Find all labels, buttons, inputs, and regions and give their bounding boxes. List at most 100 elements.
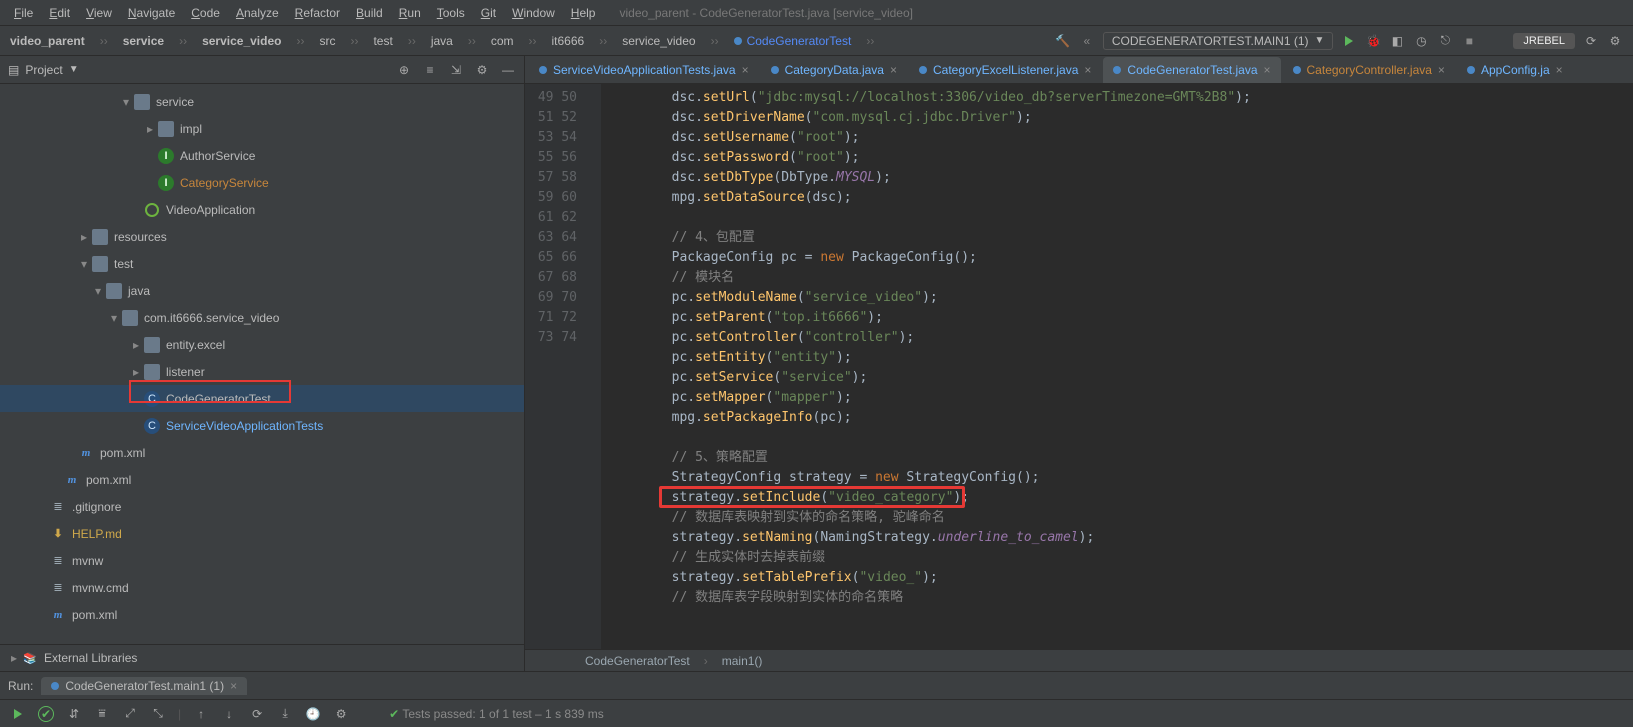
chevron-right-icon[interactable]	[130, 365, 142, 379]
tree-item-service[interactable]: service	[0, 88, 524, 115]
chevron-down-icon[interactable]	[120, 95, 132, 109]
external-libraries[interactable]: 📚 External Libraries	[0, 644, 524, 671]
project-tool-icon[interactable]: ▤	[8, 63, 19, 77]
settings-icon[interactable]: ⚙	[333, 706, 349, 722]
chevron-down-icon[interactable]: ▼	[69, 64, 79, 75]
editor-tab[interactable]: CategoryExcelListener.java×	[909, 57, 1101, 83]
debug-icon[interactable]: 🐞	[1365, 33, 1381, 49]
tree-item-pom-xml[interactable]: mpom.xml	[0, 439, 524, 466]
gear-icon[interactable]: ⚙	[474, 62, 490, 78]
chevron-right-icon[interactable]	[78, 230, 90, 244]
breadcrumb-item[interactable]: com	[485, 34, 520, 48]
breadcrumb-item[interactable]: CodeGeneratorTest	[728, 34, 858, 48]
fold-gutter[interactable]	[585, 84, 601, 649]
run-icon[interactable]	[10, 706, 26, 722]
run-config-selector[interactable]: CODEGENERATORTEST.MAIN1 (1) ▼	[1103, 32, 1334, 50]
editor-tab[interactable]: CategoryData.java×	[761, 57, 907, 83]
code-crumb-method[interactable]: main1()	[722, 654, 763, 668]
project-title[interactable]: Project	[25, 63, 62, 77]
chevron-right-icon[interactable]	[130, 338, 142, 352]
tree-item-listener[interactable]: listener	[0, 358, 524, 385]
breadcrumb-item[interactable]: java	[425, 34, 459, 48]
editor-tab[interactable]: CategoryController.java×	[1283, 57, 1455, 83]
close-icon[interactable]: ×	[1556, 63, 1563, 77]
editor-tab[interactable]: AppConfig.ja×	[1457, 57, 1573, 83]
chevron-down-icon[interactable]	[92, 284, 104, 298]
tree-item--gitignore[interactable]: ≣.gitignore	[0, 493, 524, 520]
editor-tab[interactable]: CodeGeneratorTest.java×	[1103, 57, 1280, 83]
tree-item-servicevideoapplicationtests[interactable]: CServiceVideoApplicationTests	[0, 412, 524, 439]
hammer-icon[interactable]: 🔨	[1055, 33, 1071, 49]
editor-breadcrumb[interactable]: CodeGeneratorTest main1()	[525, 649, 1633, 671]
collapse-icon[interactable]: ≡	[422, 62, 438, 78]
tree-item-authorservice[interactable]: IAuthorService	[0, 142, 524, 169]
tree-item-com-it6666-service-video[interactable]: com.it6666.service_video	[0, 304, 524, 331]
expand-icon[interactable]: ⇲	[448, 62, 464, 78]
tree-item-test[interactable]: test	[0, 250, 524, 277]
breadcrumb-item[interactable]: test	[367, 34, 398, 48]
menu-help[interactable]: Help	[563, 6, 604, 20]
menu-edit[interactable]: Edit	[41, 6, 78, 20]
tree-item-mvnw-cmd[interactable]: ≣mvnw.cmd	[0, 574, 524, 601]
profile-icon[interactable]: ◷	[1413, 33, 1429, 49]
tree-item-impl[interactable]: impl	[0, 115, 524, 142]
jrebel-opt2-icon[interactable]: ⚙	[1607, 33, 1623, 49]
prev-icon[interactable]: ↑	[193, 706, 209, 722]
next-icon[interactable]: ↓	[221, 706, 237, 722]
target-icon[interactable]: ⊕	[396, 62, 412, 78]
chevrons-icon[interactable]: «	[1079, 33, 1095, 49]
tree-item-pom-xml[interactable]: mpom.xml	[0, 466, 524, 493]
breadcrumb-item[interactable]: service_video	[196, 34, 287, 48]
code-crumb-class[interactable]: CodeGeneratorTest	[585, 654, 690, 668]
code-area[interactable]: 49 50 51 52 53 54 55 56 57 58 59 60 61 6…	[525, 84, 1633, 649]
menu-run[interactable]: Run	[391, 6, 429, 20]
breadcrumb-item[interactable]: service_video	[616, 34, 701, 48]
close-icon[interactable]: ×	[230, 679, 237, 693]
tree-item-resources[interactable]: resources	[0, 223, 524, 250]
history-icon[interactable]: 🕘	[305, 706, 321, 722]
run-icon[interactable]	[1341, 33, 1357, 49]
jrebel-button[interactable]: JREBEL	[1513, 33, 1575, 49]
menu-refactor[interactable]: Refactor	[287, 6, 348, 20]
tree-item-categoryservice[interactable]: ICategoryService	[0, 169, 524, 196]
project-tree[interactable]: serviceimplIAuthorServiceICategoryServic…	[0, 84, 524, 644]
code-text[interactable]: dsc.setUrl("jdbc:mysql://localhost:3306/…	[601, 84, 1633, 649]
menu-code[interactable]: Code	[183, 6, 228, 20]
close-icon[interactable]: ×	[890, 63, 897, 77]
hide-icon[interactable]: —	[500, 62, 516, 78]
tree-item-help-md[interactable]: ⬇HELP.md	[0, 520, 524, 547]
chevron-down-icon[interactable]	[108, 311, 120, 325]
breadcrumb-item[interactable]: service	[117, 34, 170, 48]
tree-item-videoapplication[interactable]: VideoApplication	[0, 196, 524, 223]
chevron-down-icon[interactable]	[78, 257, 90, 271]
editor-tab[interactable]: ServiceVideoApplicationTests.java×	[529, 57, 759, 83]
chevron-right-icon[interactable]	[144, 122, 156, 136]
export-icon[interactable]: ⤓	[277, 706, 293, 722]
breadcrumb[interactable]: video_parent›service›service_video›src›t…	[4, 34, 1055, 48]
filter-icon[interactable]: ⩸	[94, 706, 110, 722]
menu-file[interactable]: File	[6, 6, 41, 20]
menu-build[interactable]: Build	[348, 6, 391, 20]
close-icon[interactable]: ×	[1264, 63, 1271, 77]
tree-item-java[interactable]: java	[0, 277, 524, 304]
coverage-icon[interactable]: ◧	[1389, 33, 1405, 49]
jrebel-opt1-icon[interactable]: ⟳	[1583, 33, 1599, 49]
sort-icon[interactable]: ⇵	[66, 706, 82, 722]
menu-window[interactable]: Window	[504, 6, 563, 20]
attach-icon[interactable]: ⎋	[1437, 33, 1453, 49]
breadcrumb-item[interactable]: it6666	[546, 34, 591, 48]
expand-all-icon[interactable]: ⤢	[122, 706, 138, 722]
run-tab[interactable]: CodeGeneratorTest.main1 (1) ×	[41, 677, 247, 695]
breadcrumb-item[interactable]: video_parent	[4, 34, 91, 48]
close-icon[interactable]: ×	[1438, 63, 1445, 77]
close-icon[interactable]: ×	[1084, 63, 1091, 77]
tree-item-entity-excel[interactable]: entity.excel	[0, 331, 524, 358]
stop-icon[interactable]: ■	[1461, 33, 1477, 49]
menu-navigate[interactable]: Navigate	[120, 6, 183, 20]
breadcrumb-item[interactable]: src	[313, 34, 341, 48]
menu-analyze[interactable]: Analyze	[228, 6, 287, 20]
menu-view[interactable]: View	[78, 6, 120, 20]
close-icon[interactable]: ×	[742, 63, 749, 77]
collapse-all-icon[interactable]: ⤡	[150, 706, 166, 722]
tree-item-pom-xml[interactable]: mpom.xml	[0, 601, 524, 628]
